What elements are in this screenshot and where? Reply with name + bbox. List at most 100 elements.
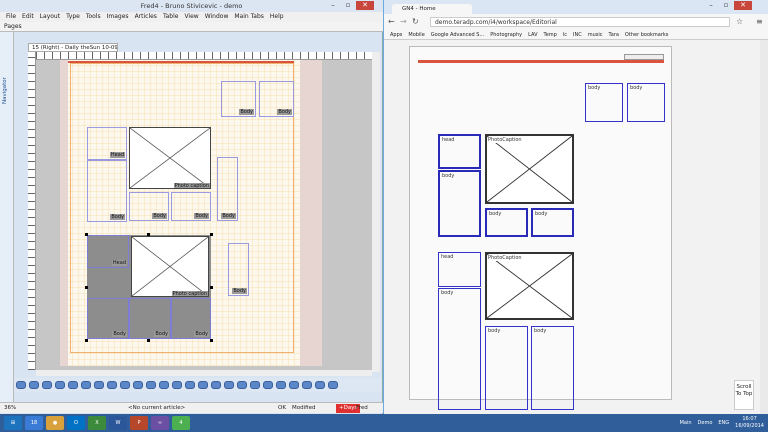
web-body-frame[interactable]: body <box>485 326 528 410</box>
document-tab[interactable]: 15 (Right) - Daily theSun 10-09-2014 <box>28 43 118 52</box>
resize-handle[interactable] <box>85 286 88 289</box>
back-icon[interactable]: ← <box>388 17 395 26</box>
menu-articles[interactable]: Articles <box>135 12 157 22</box>
page-tab[interactable] <box>211 381 221 389</box>
clock[interactable]: 16:07 16/09/2014 <box>735 416 764 430</box>
forward-icon[interactable]: → <box>400 17 407 26</box>
web-body-frame[interactable]: body <box>438 170 481 237</box>
menu-edit[interactable]: Edit <box>22 12 34 22</box>
menu-view[interactable]: View <box>184 12 198 22</box>
bookmark-lc[interactable]: lc <box>563 30 567 39</box>
page-tab[interactable] <box>29 381 39 389</box>
web-body-frame[interactable]: body <box>531 208 574 237</box>
page-tab[interactable] <box>68 381 78 389</box>
resize-handle[interactable] <box>210 286 213 289</box>
reload-icon[interactable]: ↻ <box>412 17 419 26</box>
page-tab[interactable] <box>302 381 312 389</box>
web-body-frame[interactable]: body <box>485 208 528 237</box>
browser-tab[interactable]: GN4 - Home <box>392 4 472 14</box>
page-tab[interactable] <box>328 381 338 389</box>
menu-table[interactable]: Table <box>163 12 179 22</box>
bookmark-photography[interactable]: Photography <box>490 30 522 39</box>
outlook-icon[interactable]: O <box>67 416 85 430</box>
page-tab[interactable] <box>146 381 156 389</box>
bookmark-star-icon[interactable]: ☆ <box>736 17 743 26</box>
head-frame[interactable]: Head <box>87 235 129 268</box>
menu-tools[interactable]: Tools <box>86 12 101 22</box>
page-tab[interactable] <box>315 381 325 389</box>
resize-handle[interactable] <box>210 339 213 342</box>
body-frame[interactable]: Body <box>87 298 129 339</box>
bookmark-temp[interactable]: Temp <box>544 30 557 39</box>
page-tab[interactable] <box>55 381 65 389</box>
menu-file[interactable]: File <box>6 12 16 22</box>
page-tab[interactable] <box>16 381 26 389</box>
page-tab[interactable] <box>250 381 260 389</box>
page-tab[interactable] <box>107 381 117 389</box>
vertical-scrollbar[interactable] <box>372 52 380 372</box>
page-tab[interactable] <box>263 381 273 389</box>
menu-main-tabs[interactable]: Main Tabs <box>234 12 264 22</box>
body-frame[interactable]: Body <box>259 81 294 117</box>
resize-handle[interactable] <box>85 339 88 342</box>
scroll-to-top-button[interactable]: Scroll To Top <box>734 380 754 410</box>
web-body-frame[interactable]: body <box>531 326 574 410</box>
body-frame[interactable]: Body <box>87 160 127 222</box>
menu-type[interactable]: Type <box>66 12 80 22</box>
photo-frame[interactable]: Photo caption <box>131 236 209 297</box>
body-frame[interactable]: Body <box>129 192 169 221</box>
resize-handle[interactable] <box>210 233 213 236</box>
page-tab[interactable] <box>159 381 169 389</box>
browser-scrollbar[interactable] <box>760 40 768 414</box>
excel-icon[interactable]: X <box>88 416 106 430</box>
web-body-frame[interactable]: body <box>438 288 481 410</box>
menu-help[interactable]: Help <box>270 12 284 22</box>
menu-icon[interactable]: ≡ <box>756 17 763 26</box>
body-frame[interactable]: Body <box>217 157 238 221</box>
close-icon[interactable]: ✕ <box>356 1 374 10</box>
body-frame[interactable]: Body <box>228 243 249 296</box>
close-icon[interactable]: ✕ <box>734 1 752 10</box>
maximize-icon[interactable]: ▫ <box>719 1 733 10</box>
menu-window[interactable]: Window <box>205 12 229 22</box>
start-icon[interactable]: ⊞ <box>4 416 22 430</box>
page-control[interactable] <box>624 54 664 60</box>
bookmark-mobile[interactable]: Mobile <box>408 30 424 39</box>
navigator-tab[interactable]: Navigator <box>2 54 12 104</box>
page-tab[interactable] <box>94 381 104 389</box>
page-tab[interactable] <box>276 381 286 389</box>
visual-studio-icon[interactable]: ∞ <box>151 416 169 430</box>
web-photo-frame[interactable]: PhotoCaption <box>485 134 574 204</box>
chrome-icon[interactable]: ● <box>46 416 64 430</box>
page-tab[interactable] <box>172 381 182 389</box>
web-body-frame[interactable]: body <box>585 83 623 122</box>
fred4-app-icon[interactable]: 4 <box>172 416 190 430</box>
body-frame[interactable]: Body <box>221 81 256 117</box>
menu-layout[interactable]: Layout <box>40 12 60 22</box>
minimize-icon[interactable]: – <box>704 1 718 10</box>
bookmark-tara[interactable]: Tara <box>609 30 619 39</box>
page-tab[interactable] <box>42 381 52 389</box>
maximize-icon[interactable]: ▫ <box>341 1 355 10</box>
web-head-frame[interactable]: head <box>438 252 481 287</box>
tray-language[interactable]: ENG <box>718 420 729 426</box>
web-photo-frame[interactable]: PhotoCaption <box>485 252 574 320</box>
powerpoint-icon[interactable]: P <box>130 416 148 430</box>
page-tab[interactable] <box>289 381 299 389</box>
horizontal-scrollbar[interactable] <box>36 370 372 376</box>
page-tab[interactable] <box>185 381 195 389</box>
body-frame[interactable]: Body <box>171 298 211 339</box>
page-tab[interactable] <box>237 381 247 389</box>
menu-images[interactable]: Images <box>107 12 129 22</box>
page-tab[interactable] <box>133 381 143 389</box>
bookmark-apps[interactable]: Apps <box>390 30 402 39</box>
bookmark-inc[interactable]: INC <box>573 30 582 39</box>
resize-handle[interactable] <box>147 233 150 236</box>
body-frame[interactable]: Body <box>171 192 211 221</box>
bookmark-google-advanced[interactable]: Google Advanced S... <box>431 30 484 39</box>
page-tab[interactable] <box>120 381 130 389</box>
bookmark-other[interactable]: Other bookmarks <box>625 30 668 39</box>
resize-handle[interactable] <box>147 339 150 342</box>
minimize-icon[interactable]: – <box>326 1 340 10</box>
page-tab[interactable] <box>198 381 208 389</box>
